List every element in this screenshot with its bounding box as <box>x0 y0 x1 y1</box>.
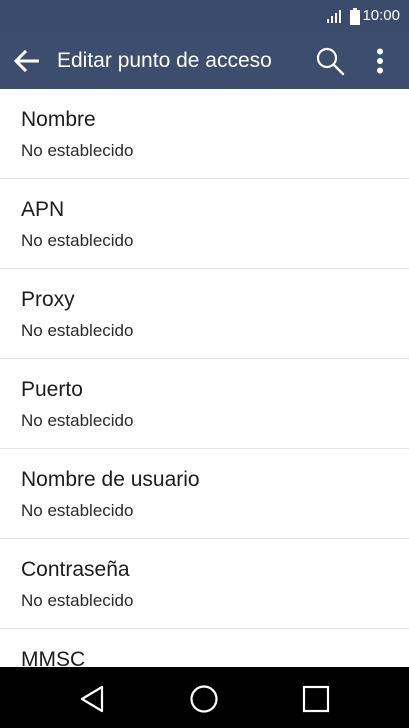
setting-row-nombre-de-usuario[interactable]: Nombre de usuario No establecido <box>0 449 409 539</box>
setting-value: No establecido <box>21 321 134 340</box>
setting-value: No establecido <box>21 501 134 520</box>
nav-recent-square-icon <box>302 685 330 713</box>
setting-title: MMSC <box>21 648 86 667</box>
more-vert-icon <box>377 48 383 74</box>
settings-list: Nombre No establecido APN No establecido… <box>0 89 409 667</box>
search-icon <box>316 47 345 76</box>
setting-row-mmsc[interactable]: MMSC <box>0 629 409 667</box>
nav-home-button[interactable] <box>184 679 224 719</box>
setting-value: No establecido <box>21 231 134 250</box>
setting-value: No establecido <box>21 141 134 160</box>
setting-title: Proxy <box>21 288 75 311</box>
back-button[interactable] <box>11 45 43 77</box>
setting-row-proxy[interactable]: Proxy No establecido <box>0 269 409 359</box>
setting-value: No establecido <box>21 591 134 610</box>
status-time: 10:00 <box>362 7 400 24</box>
setting-row-nombre[interactable]: Nombre No establecido <box>0 89 409 179</box>
search-button[interactable] <box>312 43 348 79</box>
setting-title: Nombre <box>21 108 96 131</box>
setting-row-apn[interactable]: APN No establecido <box>0 179 409 269</box>
arrow-back-icon <box>14 50 39 72</box>
battery-icon <box>350 7 361 25</box>
nav-back-triangle-icon <box>80 685 104 713</box>
setting-title: APN <box>21 198 65 221</box>
setting-row-puerto[interactable]: Puerto No establecido <box>0 359 409 449</box>
nav-home-circle-icon <box>190 685 218 713</box>
app-bar: Editar punto de acceso <box>0 32 409 89</box>
nav-recent-button[interactable] <box>296 679 336 719</box>
setting-value: No establecido <box>21 411 134 430</box>
more-options-button[interactable] <box>364 43 396 79</box>
setting-title: Puerto <box>21 378 83 401</box>
screen: 10:00 Editar punto de acceso Nombre No e… <box>0 0 409 728</box>
setting-title: Contraseña <box>21 558 130 581</box>
nav-back-button[interactable] <box>72 679 112 719</box>
page-title: Editar punto de acceso <box>57 49 272 72</box>
setting-row-contrasena[interactable]: Contraseña No establecido <box>0 539 409 629</box>
navigation-bar <box>0 667 409 728</box>
status-indicators: 10:00 <box>326 6 400 26</box>
setting-title: Nombre de usuario <box>21 468 200 491</box>
signal-icon <box>327 10 342 23</box>
status-bar: 10:00 <box>0 0 409 32</box>
